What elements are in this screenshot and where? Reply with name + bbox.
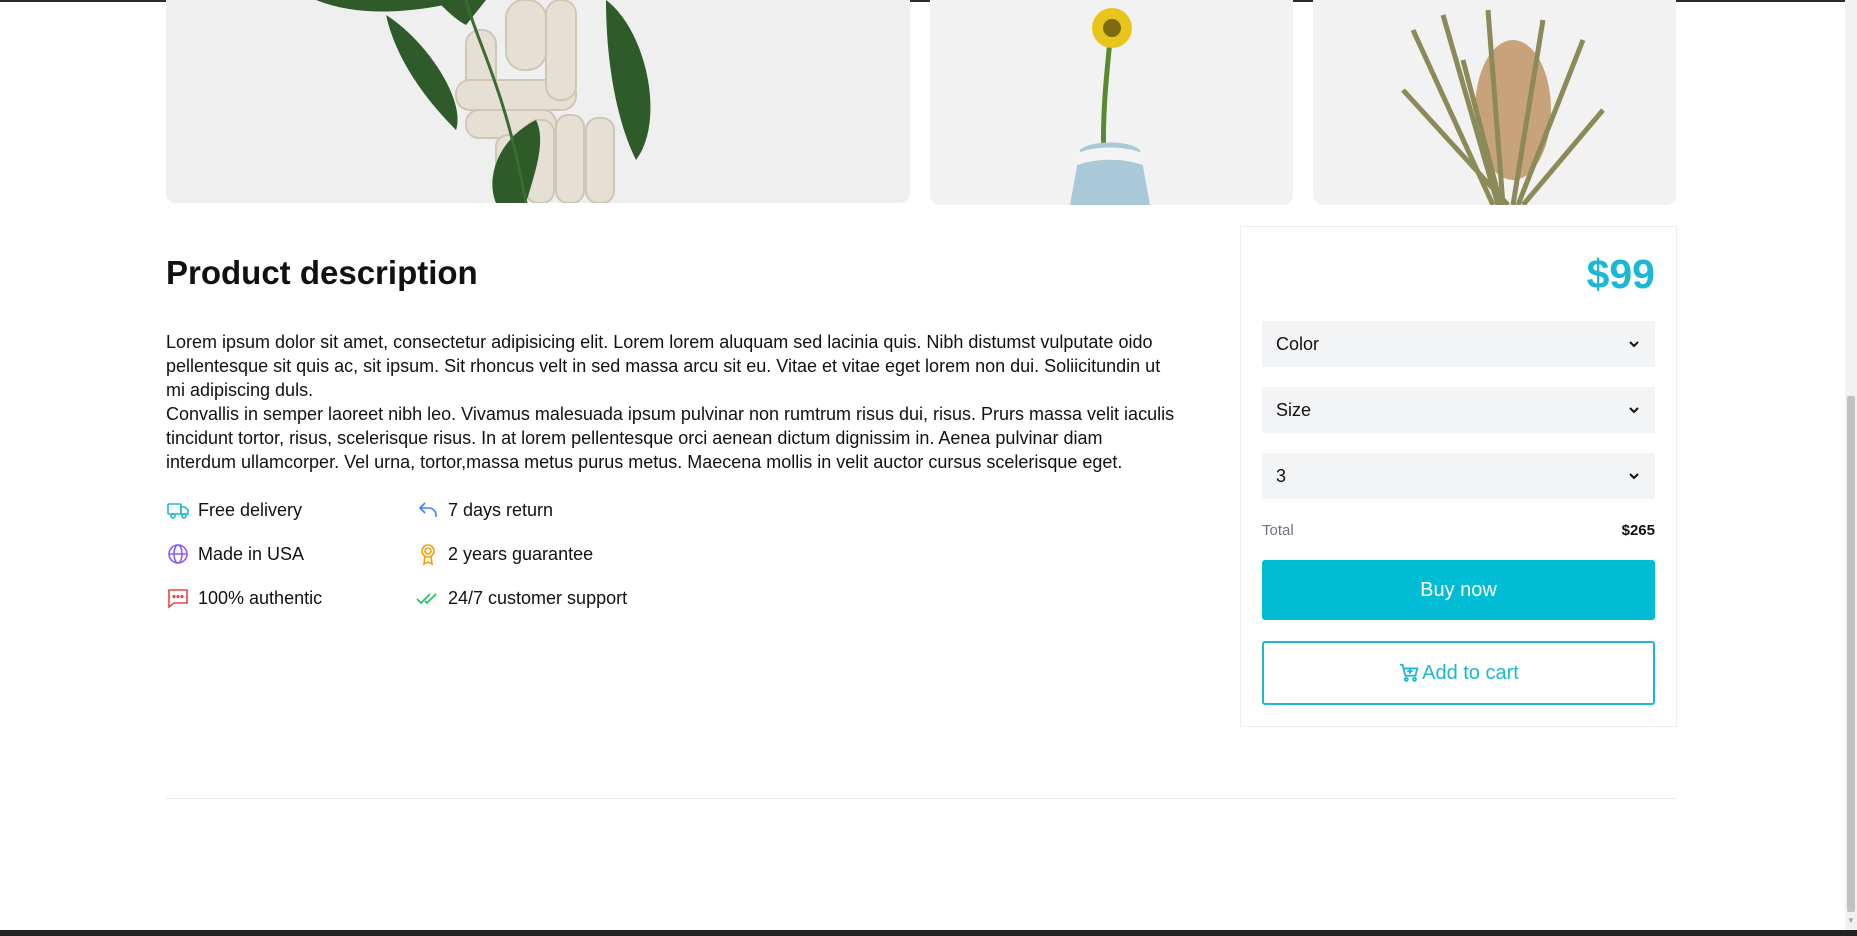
buy-now-label: Buy now: [1420, 578, 1497, 601]
product-image-banksia[interactable]: [1313, 0, 1676, 205]
quantity-select[interactable]: 3: [1262, 453, 1655, 499]
truck-icon: [166, 498, 190, 522]
vertical-scrollbar[interactable]: ▼: [1845, 0, 1857, 930]
sculpture-photo: [166, 0, 910, 203]
purchase-card: $99 Color Size 3 Total $265 Buy now Add …: [1240, 226, 1677, 727]
double-check-icon: [416, 586, 440, 610]
scroll-down-icon[interactable]: ▼: [1847, 916, 1855, 926]
feature-authentic: 100% authentic: [166, 586, 322, 610]
page-title: Product description: [166, 254, 478, 291]
add-to-cart-label: Add to cart: [1422, 661, 1519, 684]
feature-support: 24/7 customer support: [416, 586, 627, 610]
product-price: $99: [1586, 251, 1655, 297]
size-select-value: Size: [1276, 399, 1312, 420]
window-bottom-bar: [0, 930, 1857, 936]
size-select[interactable]: Size: [1262, 387, 1655, 433]
scrollbar-thumb[interactable]: [1847, 396, 1855, 912]
product-image-sculpture[interactable]: [166, 0, 910, 203]
feature-free-delivery: Free delivery: [166, 498, 302, 522]
feature-return: 7 days return: [416, 498, 553, 522]
chevron-down-icon: [1629, 407, 1639, 414]
product-image-flower-vase[interactable]: [930, 0, 1293, 205]
globe-icon: [166, 542, 190, 566]
chevron-down-icon: [1629, 341, 1639, 348]
feature-label: 100% authentic: [198, 587, 323, 608]
feature-label: 2 years guarantee: [448, 543, 594, 564]
section-divider: [166, 798, 1676, 799]
quantity-select-value: 3: [1276, 465, 1287, 486]
feature-label: Free delivery: [198, 499, 303, 520]
product-description: Lorem ipsum dolor sit amet, consectetur …: [166, 330, 1176, 474]
banksia-photo: [1313, 0, 1676, 205]
color-select-value: Color: [1276, 333, 1320, 354]
add-to-cart-button[interactable]: Add to cart: [1262, 641, 1655, 705]
chevron-down-icon: [1629, 473, 1639, 480]
description-paragraph: Lorem ipsum dolor sit amet, consectetur …: [166, 332, 1161, 400]
feature-made-in-usa: Made in USA: [166, 542, 304, 566]
total-value: $265: [1621, 522, 1655, 539]
buy-now-button[interactable]: Buy now: [1262, 560, 1655, 620]
award-icon: [416, 542, 440, 566]
flower-photo: [930, 0, 1293, 205]
feature-label: 24/7 customer support: [448, 587, 628, 608]
feature-label: 7 days return: [448, 499, 554, 520]
chat-icon: [166, 586, 190, 610]
total-label: Total: [1262, 522, 1294, 539]
return-arrow-icon: [416, 498, 440, 522]
feature-label: Made in USA: [198, 543, 305, 564]
color-select[interactable]: Color: [1262, 321, 1655, 367]
description-paragraph: Convallis in semper laoreet nibh leo. Vi…: [166, 404, 1175, 472]
cart-icon: [1399, 663, 1419, 682]
feature-guarantee: 2 years guarantee: [416, 542, 593, 566]
